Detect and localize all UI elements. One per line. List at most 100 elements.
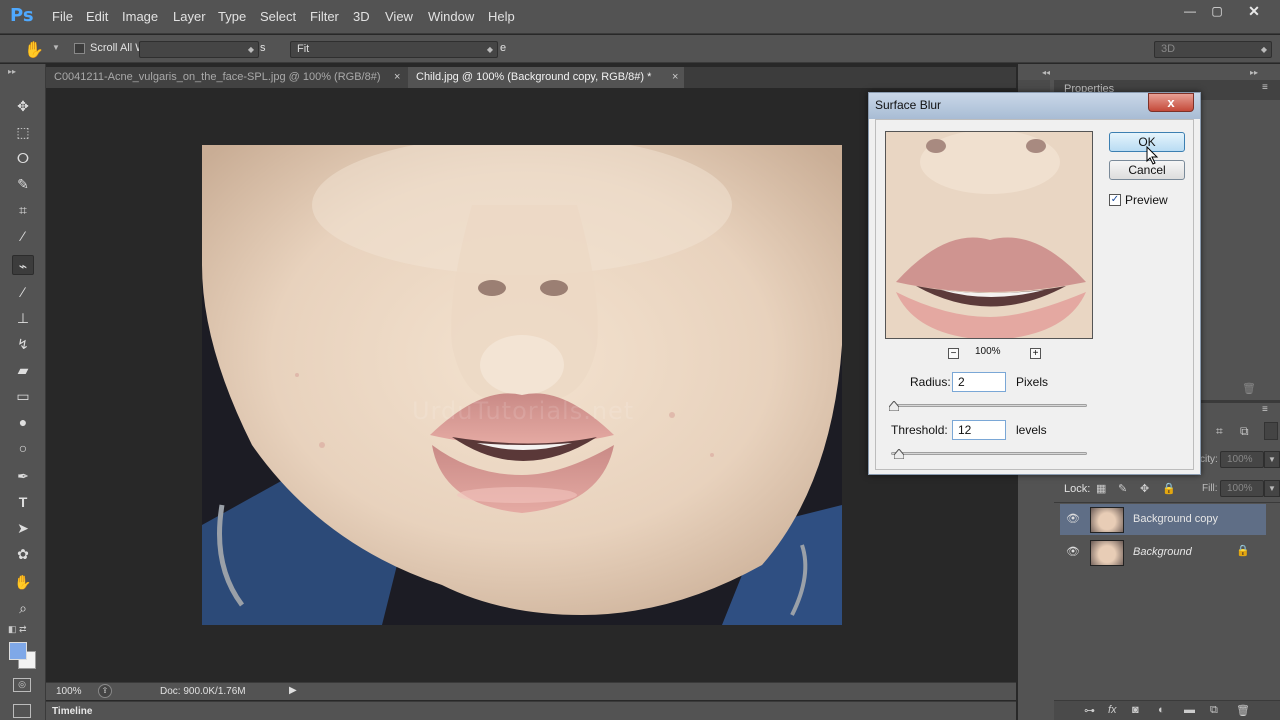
close-tab-icon[interactable]: × <box>394 67 400 88</box>
trash-icon[interactable]: 🗑 <box>1242 382 1256 395</box>
menu-layer[interactable]: Layer <box>173 9 206 24</box>
panel-menu-icon[interactable]: ≡ <box>1262 404 1268 415</box>
close-tab-icon[interactable]: × <box>672 67 678 88</box>
brush-tool-icon[interactable]: ∕ <box>12 282 34 302</box>
radius-slider-track[interactable] <box>891 404 1087 407</box>
move-tool-icon[interactable]: ✥ <box>12 96 34 116</box>
adjustment-layer-icon[interactable]: ◐ <box>1158 704 1165 716</box>
menu-view[interactable]: View <box>385 9 413 24</box>
scroll-all-checkbox[interactable] <box>74 43 85 54</box>
gradient-tool-icon[interactable]: ▭ <box>12 386 34 406</box>
threshold-slider-track[interactable] <box>891 452 1087 455</box>
document-image[interactable]: UrduTutorials.net <box>202 145 842 625</box>
radius-slider-handle[interactable] <box>889 401 899 411</box>
lock-transparent-icon[interactable]: ▦ <box>1096 482 1106 495</box>
path-select-tool-icon[interactable]: ➤ <box>12 518 34 538</box>
artboard-icon[interactable]: ⧉ <box>1240 424 1249 439</box>
hand-tool-preset-icon[interactable]: ✋ <box>24 40 44 59</box>
lasso-tool-icon[interactable]: ⵔ <box>12 148 34 168</box>
new-layer-icon[interactable]: ⧉ <box>1210 704 1218 717</box>
menu-type[interactable]: Type <box>218 9 246 24</box>
menu-3d[interactable]: 3D <box>353 9 370 24</box>
fill-input[interactable]: 100% <box>1220 480 1264 497</box>
eyedropper-tool-icon[interactable]: ⁄ <box>12 226 34 246</box>
zoom-in-button[interactable]: + <box>1030 348 1041 359</box>
menu-edit[interactable]: Edit <box>86 9 108 24</box>
opacity-input[interactable]: 100% <box>1220 451 1264 468</box>
tab-child-document[interactable]: Child.jpg @ 100% (Background copy, RGB/8… <box>408 67 684 88</box>
expand-panels-icon[interactable]: ▸▸ <box>1250 68 1258 77</box>
transform-icon[interactable]: ⌗ <box>1216 424 1223 439</box>
timeline-panel-tab[interactable]: Timeline <box>46 701 1016 720</box>
layer-filter-toggle[interactable] <box>1264 422 1278 440</box>
healing-brush-tool-icon[interactable]: ⌁ <box>12 255 34 275</box>
collapse-panels-icon[interactable]: ◂◂ <box>1042 68 1050 77</box>
layer-name[interactable]: Background <box>1133 546 1192 558</box>
zoom-tool-icon[interactable]: ⌕ <box>12 598 34 618</box>
chevron-down-icon[interactable]: ▼ <box>1264 480 1280 497</box>
layer-background[interactable]: 👁 Background 🔒 <box>1060 537 1266 568</box>
eye-icon[interactable]: 👁 <box>1066 545 1080 558</box>
crop-tool-icon[interactable]: ⌗ <box>12 200 34 220</box>
radius-label: Radius: <box>910 375 951 389</box>
lock-position-icon[interactable]: ✥ <box>1140 482 1149 495</box>
add-mask-icon[interactable]: ◙ <box>1132 704 1139 716</box>
history-brush-tool-icon[interactable]: ↯ <box>12 334 34 354</box>
collapse-icon[interactable]: ▸▸ <box>8 67 16 76</box>
minimize-icon[interactable]: — <box>1178 4 1202 18</box>
preview-checkbox[interactable]: ✓ <box>1109 194 1121 206</box>
eye-icon[interactable]: 👁 <box>1066 512 1080 525</box>
shape-tool-icon[interactable]: ✿ <box>12 544 34 564</box>
menu-help[interactable]: Help <box>488 9 515 24</box>
fill-label: Fill: <box>1202 483 1218 494</box>
stamp-tool-icon[interactable]: ⊥ <box>12 308 34 328</box>
menu-window[interactable]: Window <box>428 9 474 24</box>
zoom-options-combo[interactable]: ◆ <box>139 41 259 58</box>
link-layers-icon[interactable]: ⊶ <box>1084 704 1095 717</box>
quick-select-tool-icon[interactable]: ✎ <box>12 174 34 194</box>
close-icon[interactable]: ✕ <box>1242 4 1266 18</box>
panel-menu-icon[interactable]: ≡ <box>1262 82 1268 93</box>
maximize-icon[interactable]: ▢ <box>1205 4 1229 18</box>
dodge-tool-icon[interactable]: ○ <box>12 438 34 458</box>
filter-preview[interactable] <box>885 131 1093 339</box>
preview-mouth-image <box>886 132 1092 338</box>
threshold-input[interactable]: 12 <box>952 420 1006 440</box>
tab-label: C0041211-Acne_vulgaris_on_the_face-SPL.j… <box>54 71 381 83</box>
zoom-out-button[interactable]: − <box>948 348 959 359</box>
hand-tool-icon[interactable]: ✋ <box>12 572 34 592</box>
foreground-color-swatch[interactable] <box>9 642 27 660</box>
menu-file[interactable]: File <box>52 9 73 24</box>
tab-acne-document[interactable]: C0041211-Acne_vulgaris_on_the_face-SPL.j… <box>46 67 408 88</box>
menu-image[interactable]: Image <box>122 9 158 24</box>
threshold-slider-handle[interactable] <box>894 449 904 459</box>
menu-select[interactable]: Select <box>260 9 296 24</box>
eraser-tool-icon[interactable]: ▰ <box>12 360 34 380</box>
opacity-value: 100% <box>1227 454 1253 465</box>
lock-pixels-icon[interactable]: ✎ <box>1118 482 1127 495</box>
lock-all-icon[interactable]: 🔒 <box>1162 482 1176 495</box>
layer-name[interactable]: Background copy <box>1133 513 1218 525</box>
screen-mode-icon[interactable] <box>13 704 31 718</box>
fit-combo[interactable]: Fit ◆ <box>290 41 498 58</box>
workspace-combo[interactable]: 3D ◆ <box>1154 41 1272 58</box>
layer-background-copy[interactable]: 👁 Background copy <box>1060 504 1266 535</box>
status-menu-arrow-icon[interactable]: ▶ <box>289 685 297 696</box>
new-group-icon[interactable]: ▬ <box>1184 704 1195 716</box>
fx-icon[interactable]: fx <box>1108 704 1117 716</box>
pen-tool-icon[interactable]: ✒ <box>12 466 34 486</box>
chevron-down-icon[interactable]: ▼ <box>52 43 60 52</box>
default-colors-icon[interactable]: ◧ ⇄ <box>8 624 27 635</box>
blur-tool-icon[interactable]: ● <box>12 412 34 432</box>
export-icon[interactable]: ⇪ <box>98 684 112 698</box>
marquee-tool-icon[interactable]: ⬚ <box>12 122 34 142</box>
dialog-close-button[interactable]: x <box>1148 93 1194 112</box>
zoom-level[interactable]: 100% <box>56 686 82 697</box>
type-tool-icon[interactable]: T <box>12 492 34 512</box>
dialog-titlebar[interactable]: Surface Blur x <box>869 93 1200 119</box>
menu-filter[interactable]: Filter <box>310 9 339 24</box>
chevron-down-icon[interactable]: ▼ <box>1264 451 1280 468</box>
radius-input[interactable]: 2 <box>952 372 1006 392</box>
delete-layer-icon[interactable]: 🗑 <box>1236 704 1250 717</box>
quick-mask-icon[interactable]: ◎ <box>13 678 31 692</box>
